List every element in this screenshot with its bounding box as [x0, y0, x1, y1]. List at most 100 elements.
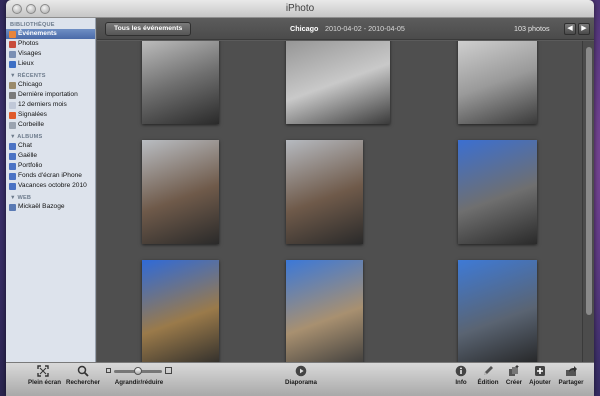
info-label: Info — [455, 379, 467, 386]
fullscreen-icon — [37, 365, 49, 377]
large-thumb-icon — [165, 367, 172, 374]
sidebar-item-label: Lieux — [18, 60, 34, 67]
share-button[interactable]: Partager — [554, 365, 588, 386]
event-dates: 2010-04-02 - 2010-04-05 — [325, 24, 405, 33]
sidebar-item-fonds-d-cran-iphone[interactable]: Fonds d'écran iPhone — [6, 171, 95, 181]
add-button[interactable]: Ajouter — [527, 365, 553, 386]
sidebar-item-vacances-octobre-2010[interactable]: Vacances octobre 2010 — [6, 181, 95, 191]
zoom-slider-knob[interactable] — [134, 367, 142, 375]
sidebar-item-label: Vacances octobre 2010 — [18, 182, 87, 189]
album-icon — [9, 172, 16, 180]
fullscreen-button[interactable]: Plein écran — [28, 365, 62, 386]
edit-button[interactable]: Édition — [476, 365, 500, 386]
sidebar-item-label: Portfolio — [18, 162, 43, 169]
sidebar-section-header[interactable]: BIBLIOTHÈQUE — [6, 18, 95, 29]
title-bar: iPhoto — [6, 0, 594, 18]
trash-icon — [9, 121, 16, 129]
photo-apple-store-front[interactable] — [458, 41, 537, 124]
zoom-button[interactable] — [40, 4, 50, 14]
photo-stone-ornament[interactable] — [286, 41, 390, 124]
plus-icon — [535, 366, 545, 376]
all-events-button[interactable]: Tous les événements — [105, 22, 192, 36]
scrollbar[interactable] — [582, 41, 594, 362]
event-toolbar: Tous les événements Chicago 2010-04-02 -… — [97, 18, 594, 40]
play-icon — [295, 365, 307, 377]
create-button[interactable]: Créer — [503, 365, 525, 386]
sidebar-item-label: Événements — [18, 30, 57, 37]
next-event-button[interactable]: ▶ — [578, 23, 590, 35]
sidebar-item-label: Dernière importation — [18, 91, 78, 98]
window-controls — [12, 4, 50, 14]
previous-event-button[interactable]: ◀ — [564, 23, 576, 35]
bottom-toolbar: Plein écran Rechercher Agrandir/réduire … — [6, 362, 594, 396]
photo-count: 103 photos — [514, 24, 550, 33]
search-button[interactable]: Rechercher — [66, 365, 100, 386]
zoom-control[interactable]: Agrandir/réduire — [106, 365, 172, 386]
sidebar-item-label: Chat — [18, 142, 32, 149]
sidebar: BIBLIOTHÈQUE Événements Photos Visages Lieux… — [6, 18, 96, 362]
sidebar-section-header[interactable]: ▼ WEB — [6, 191, 95, 202]
sidebar-item-lieux[interactable]: Lieux — [6, 59, 95, 69]
slideshow-label: Diaporama — [285, 379, 317, 386]
sidebar-item-label: Mickaël Bazoge — [18, 203, 65, 210]
sidebar-item-visages[interactable]: Visages — [6, 49, 95, 59]
fullscreen-label: Plein écran — [28, 379, 62, 386]
import-icon — [9, 91, 16, 99]
zoom-slider-track[interactable] — [114, 367, 162, 375]
photo-water-tower[interactable] — [286, 260, 363, 362]
sidebar-item-derni-re-importation[interactable]: Dernière importation — [6, 90, 95, 100]
close-button[interactable] — [12, 4, 22, 14]
photo-hancock-tower[interactable] — [458, 260, 537, 362]
sidebar-item-micka-l-bazoge[interactable]: Mickaël Bazoge — [6, 202, 95, 212]
photo-grid — [97, 41, 582, 362]
album-icon — [9, 162, 16, 170]
photo-man-with-ipad-1[interactable] — [142, 140, 219, 244]
share-icon — [566, 366, 577, 376]
zoom-label: Agrandir/réduire — [114, 379, 164, 386]
event-title: Chicago — [290, 24, 319, 33]
info-icon — [455, 365, 467, 377]
sidebar-section-header[interactable]: ▼ ALBUMS — [6, 130, 95, 141]
sidebar-item-portfolio[interactable]: Portfolio — [6, 161, 95, 171]
sidebar-item-chat[interactable]: Chat — [6, 141, 95, 151]
sidebar-item-label: 12 derniers mois — [18, 101, 67, 108]
sidebar-item--v-nements[interactable]: Événements — [6, 29, 95, 39]
sidebar-item-label: Visages — [18, 50, 42, 57]
photo-skyscrapers-blue-sky[interactable] — [458, 140, 537, 244]
edit-label: Édition — [477, 379, 499, 386]
photo-water-tower-tree[interactable] — [142, 260, 219, 362]
sidebar-item-label: Signalées — [18, 111, 47, 118]
search-icon — [77, 365, 89, 377]
add-label: Ajouter — [529, 379, 551, 386]
sidebar-item-chicago[interactable]: Chicago — [6, 80, 95, 90]
slideshow-button[interactable]: Diaporama — [284, 365, 318, 386]
places-icon — [9, 60, 16, 68]
sidebar-item-ga-lle[interactable]: Gaëlle — [6, 151, 95, 161]
minimize-button[interactable] — [26, 4, 36, 14]
create-icon — [509, 365, 519, 376]
create-label: Créer — [505, 379, 523, 386]
sidebar-section-header[interactable]: ▼ RÉCENTS — [6, 69, 95, 80]
photos-icon — [9, 40, 16, 48]
album-icon — [9, 142, 16, 150]
search-label: Rechercher — [66, 379, 101, 386]
event-icon — [9, 81, 16, 89]
sidebar-item-corbeille[interactable]: Corbeille — [6, 120, 95, 130]
sidebar-item-label: Fonds d'écran iPhone — [18, 172, 82, 179]
share-label: Partager — [558, 379, 584, 386]
events-icon — [9, 30, 16, 38]
sidebar-item-label: Corbeille — [18, 121, 45, 128]
zoom-slider-icon[interactable] — [106, 365, 172, 377]
calendar-icon — [9, 101, 16, 109]
sidebar-item-label: Gaëlle — [18, 152, 38, 159]
flag-icon — [9, 111, 16, 119]
sidebar-item-label: Chicago — [18, 81, 43, 88]
photo-building-facade[interactable] — [142, 41, 219, 124]
sidebar-item-12-derniers-mois[interactable]: 12 derniers mois — [6, 100, 95, 110]
pencil-icon — [484, 366, 493, 375]
photo-man-with-ipad-2[interactable] — [286, 140, 363, 244]
sidebar-item-photos[interactable]: Photos — [6, 39, 95, 49]
scrollbar-thumb[interactable] — [586, 47, 592, 315]
sidebar-item-signal-es[interactable]: Signalées — [6, 110, 95, 120]
info-button[interactable]: Info — [450, 365, 472, 386]
